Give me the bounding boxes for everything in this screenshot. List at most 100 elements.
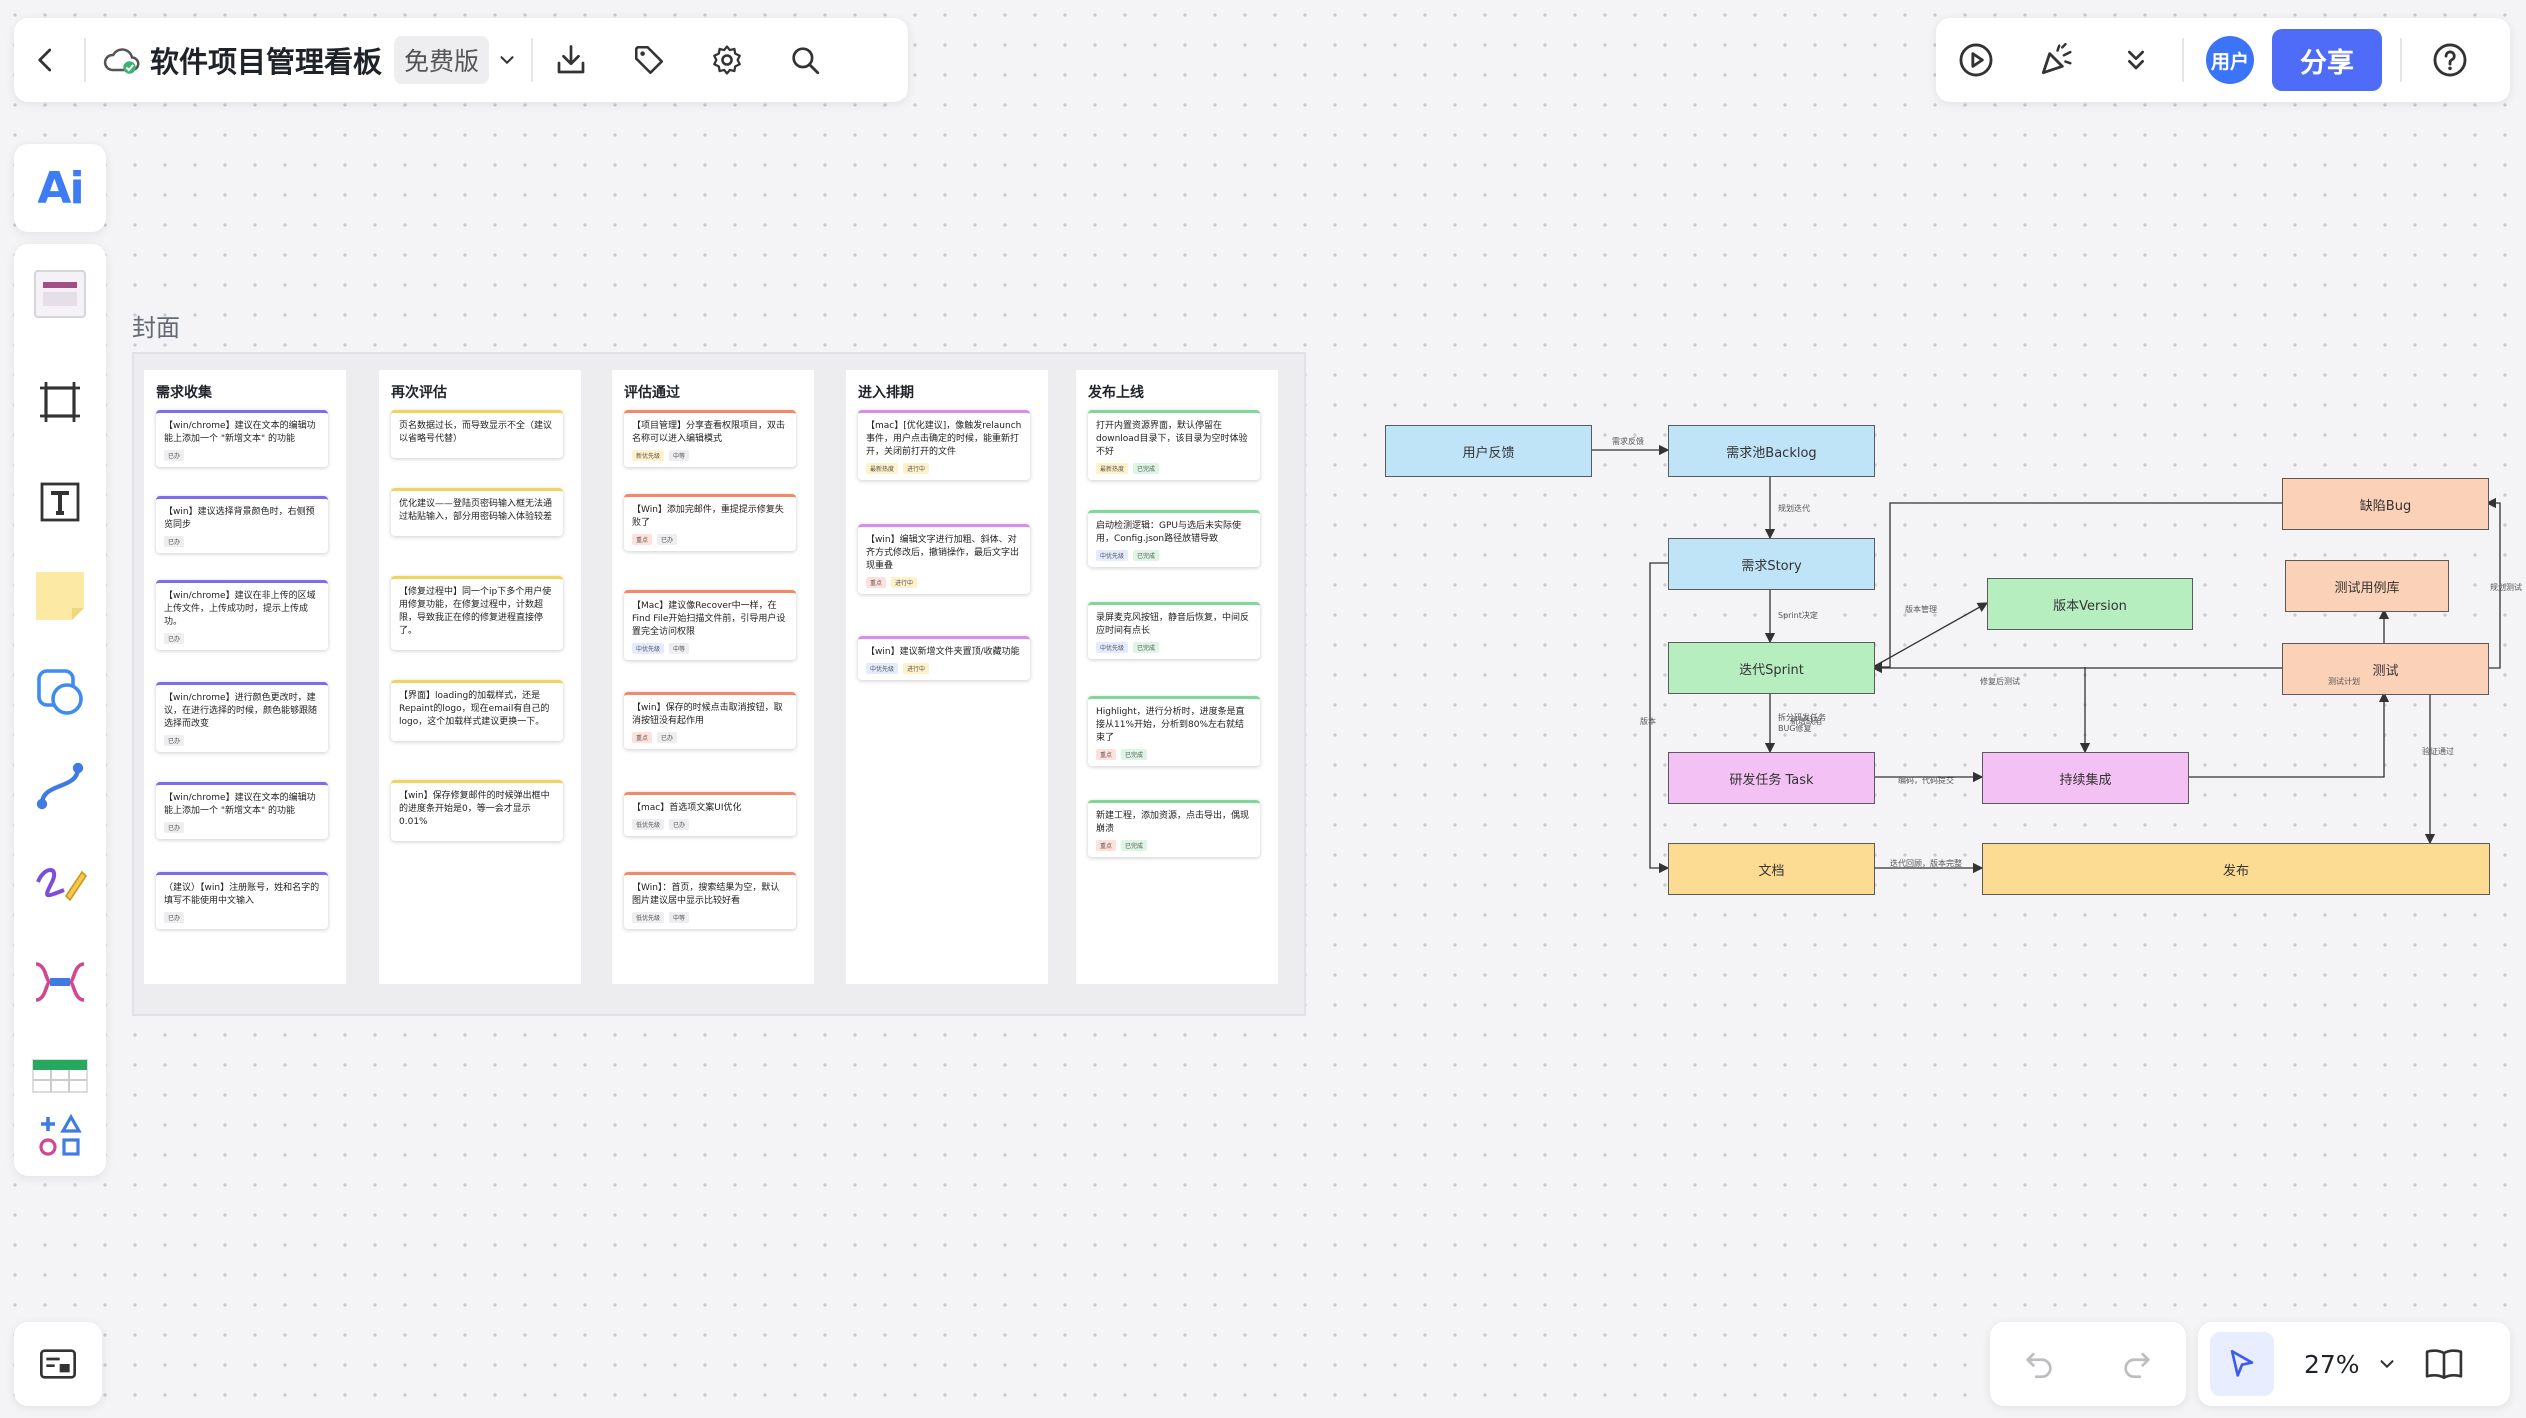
kanban-card[interactable]: 【win】建议选择背景颜色时，右侧预览同步 已办 bbox=[156, 496, 328, 553]
table-tool[interactable] bbox=[28, 1044, 92, 1108]
kanban-card[interactable]: 页名数据过长，而导致显示不全（建议以省略号代替） bbox=[391, 410, 563, 458]
kanban-card[interactable]: 【win】建议新增文件夹置顶/收藏功能 中优先级 进行中 bbox=[858, 636, 1030, 680]
mindmap-tool[interactable] bbox=[28, 950, 92, 1014]
text-tool[interactable] bbox=[28, 470, 92, 534]
frame-template-icon bbox=[32, 268, 88, 320]
kanban-card[interactable]: 【mac】首选项文案UI优化 低优先级 已办 bbox=[624, 792, 796, 836]
card-text: 【界面】loading的加载样式，还是Repaint的logo，现在email有… bbox=[399, 691, 550, 727]
kanban-card[interactable]: 【界面】loading的加载样式，还是Repaint的logo，现在email有… bbox=[391, 680, 563, 741]
card-tag: 已办 bbox=[164, 633, 185, 644]
flow-node-test[interactable]: 测试 bbox=[2282, 643, 2489, 695]
template-tool[interactable] bbox=[28, 262, 92, 326]
flow-node-testcase[interactable]: 测试用例库 bbox=[2285, 560, 2449, 612]
kanban-card[interactable]: 优化建议——登陆页密码输入框无法通过粘贴输入，部分用密码输入体验较差 bbox=[391, 488, 563, 536]
card-text: 【win】建议新增文件夹置顶/收藏功能 bbox=[866, 647, 1020, 657]
kanban-card[interactable]: 【win】编辑文字进行加粗、斜体、对齐方式修改后，撤销操作，最后文字出现重叠 重点… bbox=[858, 524, 1030, 594]
card-tags: 已办 bbox=[156, 629, 328, 650]
card-tag: 新优先级 bbox=[632, 450, 665, 461]
card-tags: 重点 已完成 bbox=[1088, 836, 1260, 857]
tag-button[interactable] bbox=[617, 28, 681, 92]
card-tag: 已完成 bbox=[1121, 840, 1148, 851]
collapse-button[interactable] bbox=[2104, 28, 2168, 92]
more-shapes-tool[interactable] bbox=[28, 1104, 92, 1168]
kanban-card[interactable]: 打开内置资源界面，默认停留在download目录下，该目录为空时体验不好 最新热度… bbox=[1088, 410, 1260, 480]
redo-icon[interactable] bbox=[2120, 1347, 2154, 1381]
card-text: 【修复过程中】同一个ip下多个用户使用修复功能，在修复过程中，计数超限，导致我正… bbox=[399, 587, 552, 636]
pen-tool[interactable] bbox=[28, 850, 92, 914]
search-button[interactable] bbox=[773, 28, 837, 92]
back-button[interactable] bbox=[14, 28, 78, 92]
card-tag: 已办 bbox=[164, 912, 185, 923]
card-text: 【win/chrome】进行颜色更改时，建议，在进行选择的时候，颜色能够跟随选择… bbox=[164, 693, 318, 729]
present-button[interactable] bbox=[1944, 28, 2008, 92]
kanban-card[interactable]: 启动检测逻辑：GPU与选后未实际使用，Config.json路径放错导致 中优先级… bbox=[1088, 510, 1260, 567]
flow-node-ci[interactable]: 持续集成 bbox=[1982, 752, 2189, 804]
share-button[interactable]: 分享 bbox=[2272, 29, 2382, 91]
card-tag: 已完成 bbox=[1121, 749, 1148, 760]
undo-icon[interactable] bbox=[2022, 1347, 2056, 1381]
kanban-card[interactable]: 录屏麦克风按钮，静音后恢复，中间反应时间有点长 中优先级 已完成 bbox=[1088, 602, 1260, 659]
minimap-toggle-button[interactable] bbox=[14, 1322, 102, 1406]
kanban-card[interactable]: 【项目管理】分享查看权限项目，双击名称可以进入编辑模式 新优先级 中等 bbox=[624, 410, 796, 467]
ai-assistant-button[interactable]: Ai bbox=[14, 144, 106, 232]
card-tag: 已完成 bbox=[1133, 550, 1160, 561]
flow-node-story[interactable]: 需求Story bbox=[1668, 538, 1875, 590]
download-button[interactable] bbox=[539, 28, 603, 92]
card-tag: 进行中 bbox=[903, 463, 930, 474]
card-text: 页名数据过长，而导致显示不全（建议以省略号代替） bbox=[399, 421, 553, 444]
flow-node-backlog[interactable]: 需求池Backlog bbox=[1668, 425, 1875, 477]
card-tag: 已办 bbox=[164, 450, 185, 461]
shape-tool[interactable] bbox=[28, 660, 92, 724]
settings-button[interactable] bbox=[695, 28, 759, 92]
card-tag: 重点 bbox=[632, 534, 653, 545]
flow-node-sprint[interactable]: 迭代Sprint bbox=[1668, 642, 1875, 694]
kanban-card[interactable]: 【Win】：首页，搜索结果为空，默认图片建议居中显示比较好看 低优先级 中等 bbox=[624, 872, 796, 929]
table-icon bbox=[31, 1056, 89, 1096]
connector-tool[interactable] bbox=[28, 754, 92, 818]
flow-edge-label: 新增缺陷 bbox=[1790, 717, 1822, 726]
kanban-column: 评估通过 【项目管理】分享查看权限项目，双击名称可以进入编辑模式 新优先级 中等 【Wi… bbox=[612, 370, 814, 984]
card-tags: 中优先级 已完成 bbox=[1088, 546, 1260, 567]
kanban-card[interactable]: 【Win】添加完邮件，重提提示修复失败了 重点 已办 bbox=[624, 494, 796, 551]
kanban-card[interactable]: 【mac】[优化建议]，像触发relaunch 事件，用户点击确定的时候，能重新… bbox=[858, 410, 1030, 480]
kanban-card[interactable]: Highlight，进行分析时，进度条是直接从11%开始，分析到80%左右就结束… bbox=[1088, 696, 1260, 766]
kanban-card[interactable]: （建议）【win】注册账号，姓和名字的填写不能使用中文输入 已办 bbox=[156, 872, 328, 929]
flow-node-task[interactable]: 研发任务 Task bbox=[1668, 752, 1875, 804]
book-icon[interactable] bbox=[2424, 1347, 2464, 1381]
kanban-frame[interactable]: 需求收集 【win/chrome】建议在文本的编辑功能上添加一个 "新增文本" 的… bbox=[132, 352, 1306, 1016]
flow-node-release[interactable]: 发布 bbox=[1982, 843, 2490, 895]
flow-node-doc[interactable]: 文档 bbox=[1668, 843, 1875, 895]
chevron-down-icon[interactable] bbox=[2376, 1353, 2398, 1375]
card-tags: 中优先级 中等 bbox=[624, 639, 796, 660]
card-text: 【mac】首选项文案UI优化 bbox=[632, 803, 742, 813]
kanban-card[interactable]: 【win/chrome】进行颜色更改时，建议，在进行选择的时候，颜色能够跟随选择… bbox=[156, 682, 328, 752]
card-text: 【win】保存修复邮件的时候弹出框中的进度条开始是0，等一会才显示0.01% bbox=[399, 791, 550, 827]
kanban-column: 进入排期 【mac】[优化建议]，像触发relaunch 事件，用户点击确定的时候… bbox=[846, 370, 1048, 984]
avatar[interactable]: 用户 bbox=[2206, 36, 2254, 84]
title-menu-button[interactable] bbox=[489, 28, 525, 92]
zoom-level[interactable]: 27% bbox=[2304, 1350, 2360, 1379]
help-circle-icon bbox=[2431, 41, 2469, 79]
kanban-card[interactable]: 【win】保存的时候点击取消按钮，取消按钮没有起作用 重点 已办 bbox=[624, 692, 796, 749]
flow-node-bug[interactable]: 缺陷Bug bbox=[2282, 478, 2489, 530]
kanban-card[interactable]: 新建工程，添加资源，点击导出，偶现崩溃 重点 已完成 bbox=[1088, 800, 1260, 857]
card-tags: 最新热度 进行中 bbox=[858, 459, 1030, 480]
flow-edge-label: 编码，代码提交 bbox=[1898, 776, 1954, 785]
celebrate-button[interactable] bbox=[2024, 28, 2088, 92]
kanban-card[interactable]: 【Mac】建议像Recover中一样，在Find File开始扫描文件前，引导用… bbox=[624, 590, 796, 660]
help-button[interactable] bbox=[2418, 28, 2482, 92]
flow-node-user-feedback[interactable]: 用户反馈 bbox=[1385, 425, 1592, 477]
document-title[interactable]: 软件项目管理看板 bbox=[150, 39, 382, 81]
frame-tool[interactable] bbox=[28, 370, 92, 434]
kanban-card[interactable]: 【win/chrome】建议在非上传的区域上传文件，上传成功时，提示上传成功。已… bbox=[156, 580, 328, 650]
flow-node-version[interactable]: 版本Version bbox=[1987, 578, 2193, 630]
kanban-card[interactable]: 【win】保存修复邮件的时候弹出框中的进度条开始是0，等一会才显示0.01% bbox=[391, 780, 563, 841]
card-tags bbox=[391, 638, 563, 650]
kanban-card[interactable]: 【修复过程中】同一个ip下多个用户使用修复功能，在修复过程中，计数超限，导致我正… bbox=[391, 576, 563, 650]
sticky-note-tool[interactable] bbox=[28, 564, 92, 628]
select-tool-button[interactable] bbox=[2210, 1332, 2274, 1396]
card-text: 【项目管理】分享查看权限项目，双击名称可以进入编辑模式 bbox=[632, 421, 786, 444]
kanban-card[interactable]: 【win/chrome】建议在文本的编辑功能上添加一个 "新增文本" 的功能 已办 bbox=[156, 782, 328, 839]
card-tag: 进行中 bbox=[903, 663, 930, 674]
kanban-card[interactable]: 【win/chrome】建议在文本的编辑功能上添加一个 "新增文本" 的功能 已办 bbox=[156, 410, 328, 467]
